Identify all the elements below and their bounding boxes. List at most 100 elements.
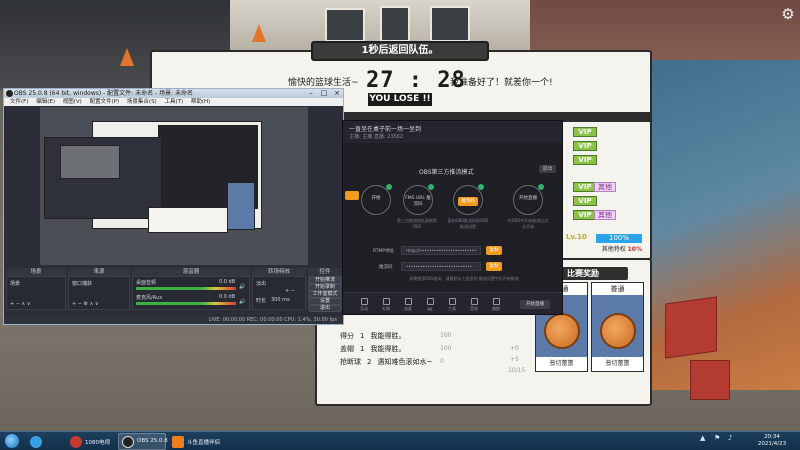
menu-file[interactable]: 文件(F) [10, 99, 28, 105]
step-stream-key: 推流码 [453, 184, 484, 215]
transition-type[interactable]: 淡出 [256, 280, 266, 287]
tray-network-icon[interactable]: ▲ [700, 434, 705, 442]
mixer-dock: 桌面音频 0.0 dB 🔊 麦克风/Aux 0.0 dB 🔊 [132, 276, 250, 310]
team-right-slogan: 我准备好了！就差你一个! [450, 78, 553, 88]
studio-mode-button[interactable]: 工作室模式 [309, 291, 341, 298]
sources-dock: 窗口捕获 + − ⚙ ∧ ∨ [68, 276, 130, 310]
taskbar-app-obs[interactable]: OBS 25.0.8 [118, 433, 168, 450]
menu-scene-collection[interactable]: 场景集合(S) [127, 99, 157, 105]
menu-edit[interactable]: 编辑(E) [36, 99, 55, 105]
close-icon[interactable]: × [331, 89, 343, 98]
step-desc: 在OBS中开始推流后点击开始 [507, 218, 549, 229]
mic-link-icon[interactable] [405, 298, 412, 305]
obs-menubar: 文件(F) 编辑(E) 视图(V) 配置文件(P) 场景集合(S) 工具(T) … [4, 98, 343, 106]
rtmp-field[interactable]: rtmp://•••••••••••••••••••••••• [401, 246, 481, 255]
maximize-icon[interactable]: □ [318, 89, 330, 98]
source-add-icon[interactable]: + − ⚙ ∧ ∨ [72, 301, 99, 307]
source-item[interactable]: 窗口捕获 [72, 280, 92, 287]
menu-view[interactable]: 视图(V) [63, 99, 82, 105]
exit-mode-button[interactable]: 退出 [539, 165, 556, 173]
speaker-icon[interactable]: 🔊 [239, 284, 245, 290]
exit-button[interactable]: 退出 [309, 305, 341, 312]
stat-value: +0 [510, 345, 519, 352]
duration-label: 时长 [256, 298, 267, 304]
gift-icon[interactable] [383, 298, 390, 305]
background-crate [690, 360, 730, 400]
mixer-channel-name: 麦克风/Aux [136, 295, 163, 301]
copy-key-button[interactable]: 复制 [486, 262, 502, 271]
stream-app-window[interactable]: 一直坐在桌子前一场一坐到 主播: 主播 直播: 23562 OBS第三方推流模式… [342, 120, 563, 315]
tray-volume-icon[interactable]: ♪ [728, 434, 732, 442]
taskbar-app-360[interactable] [26, 433, 62, 450]
tray-flag-icon[interactable]: ⚑ [714, 434, 720, 442]
scene-item[interactable]: 场景 [10, 280, 20, 287]
audio-meter [136, 302, 236, 305]
copy-rtmp-button[interactable]: 复制 [486, 246, 502, 255]
stat-row: 抢断球 2 遇知难色滚如水~ [340, 358, 433, 366]
other-tag: 其他 [594, 182, 616, 192]
vip-badge: VIP [573, 196, 597, 206]
progress-caption: 其他特权 10% [601, 246, 642, 253]
transition-add-icon[interactable]: + − [285, 288, 295, 294]
taskbar-app-douyu[interactable]: 斗鱼直播伴侣 [168, 433, 220, 450]
settings-button[interactable]: 设置 [309, 298, 341, 305]
traffic-cone-icon [252, 24, 266, 42]
background-window [325, 8, 365, 42]
level-label: Lv.10 [566, 233, 587, 241]
reward-card-footer: 普切蕾蕾 [592, 357, 643, 371]
reward-card[interactable]: 普通 普切蕾蕾 [591, 282, 644, 372]
vip-badge: VIP [573, 127, 597, 137]
gear-icon[interactable]: ⚙ [780, 6, 796, 22]
go-live-button[interactable]: 开始直播 [520, 300, 550, 309]
speaker-icon[interactable]: 🔊 [239, 299, 245, 305]
dock-controls-title: 控件 [308, 268, 342, 276]
background-window [430, 6, 470, 42]
duration-field[interactable]: 300 ms [271, 297, 290, 303]
pk-icon[interactable] [427, 298, 434, 305]
dock-transitions-title: 转场特效 [252, 268, 306, 276]
step-start: 开始 [361, 184, 392, 215]
stat-row: 得分 1 我能得胜。 [340, 332, 406, 340]
360-icon [30, 436, 42, 448]
minimize-icon[interactable]: – [305, 89, 317, 98]
obs-titlebar[interactable]: OBS 25.0.8 (64 bit, windows) - 配置文件: 未命名… [4, 89, 343, 98]
start-recording-button[interactable]: 开始录制 [309, 284, 341, 291]
obs-icon [6, 90, 13, 97]
stream-toolbar: 互动 礼物 连麦 PK 工具 音效 美颜 开始直播 [343, 292, 562, 314]
step-fms-url: FMS URL 推流码 [403, 184, 434, 215]
reward-card-footer: 普切蕾蕾 [536, 357, 587, 371]
mixer-channel-level: 0.0 dB [219, 294, 236, 300]
coin-icon [544, 313, 580, 349]
step-go-live: 开始直播 [513, 184, 544, 215]
scene-add-icon[interactable]: + − ∧ ∨ [10, 301, 30, 307]
obs-preview[interactable] [40, 107, 308, 265]
stream-subtitle: 主播: 主播 直播: 23562 [349, 134, 404, 140]
menu-profile[interactable]: 配置文件(P) [90, 99, 120, 105]
beauty-icon[interactable] [493, 298, 500, 305]
vip-badge: VIP [573, 141, 597, 151]
coin-icon [600, 313, 636, 349]
obs-statusbar: LIVE: 00:00:00 REC: 00:00:00 CPU: 1.4%, … [4, 316, 343, 324]
tools-icon[interactable] [449, 298, 456, 305]
taskbar-app-video[interactable]: 1080电视 [66, 433, 116, 450]
other-tag: 其他 [594, 210, 616, 220]
stat-value: 0 [440, 358, 444, 365]
douyu-icon [172, 436, 184, 448]
stream-key-field[interactable]: •••••••••••••••••••••••••••• [401, 262, 481, 271]
menu-tools[interactable]: 工具(T) [164, 99, 183, 105]
interact-icon[interactable] [361, 298, 368, 305]
audio-meter [136, 287, 236, 290]
obs-window[interactable]: OBS 25.0.8 (64 bit, windows) - 配置文件: 未命名… [3, 88, 344, 325]
nested-reward-card [227, 182, 255, 230]
start-streaming-button[interactable]: 开始推流 [309, 277, 341, 284]
rtmp-label: RTMP地址 [373, 249, 395, 254]
start-button-icon[interactable] [4, 433, 20, 449]
taskbar-clock[interactable]: 20:34 2021/4/23 [752, 434, 792, 448]
transitions-dock: 淡出 + − 时长 300 ms [252, 276, 306, 310]
step-desc: 第三方推流地址复制到OBS [397, 218, 437, 229]
sound-effect-icon[interactable] [471, 298, 478, 305]
team-left-slogan: 愉快的篮球生活~ [288, 78, 359, 88]
result-banner: YOU LOSE !! [368, 93, 432, 106]
menu-help[interactable]: 帮助(H) [191, 99, 210, 105]
dock-mixer-title: 混音器 [132, 268, 250, 276]
